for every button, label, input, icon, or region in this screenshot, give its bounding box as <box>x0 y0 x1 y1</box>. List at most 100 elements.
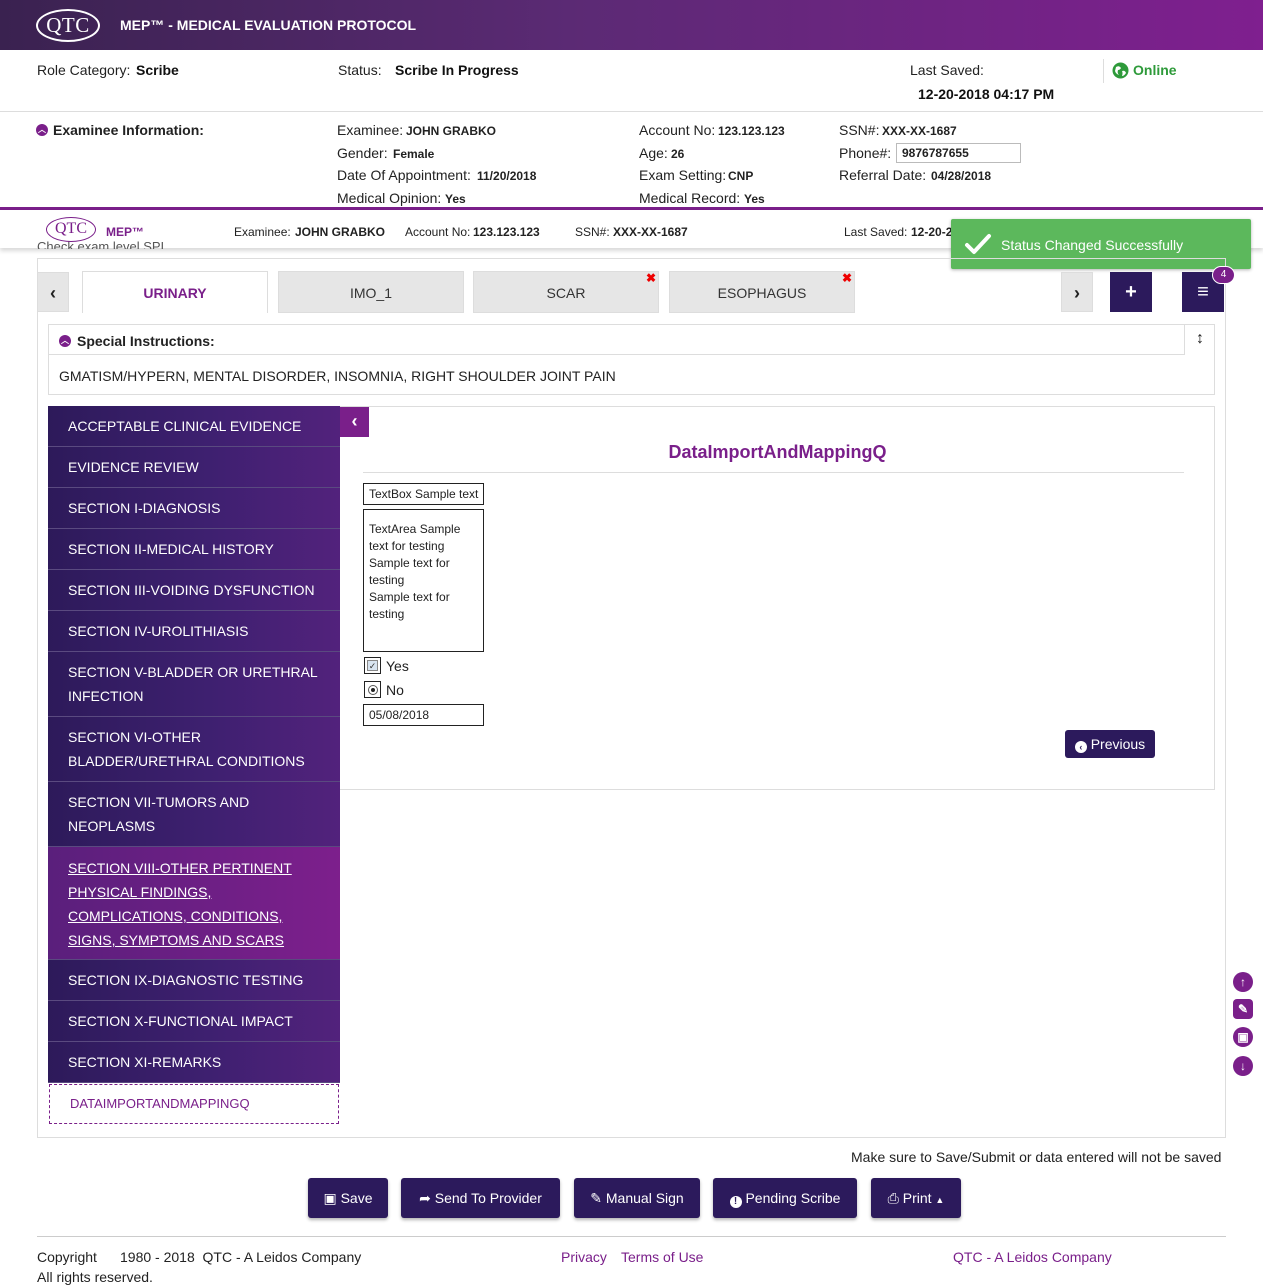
sidebar-item[interactable]: SECTION VII-TUMORS AND NEOPLASMS <box>48 782 340 847</box>
sidebar-item[interactable]: SECTION VI-OTHER BLADDER/URETHRAL CONDIT… <box>48 717 340 782</box>
examinee-section-title[interactable]: Examinee Information: <box>53 122 204 138</box>
print-button[interactable]: ⎙ Print ▲ <box>871 1178 961 1218</box>
doa-value: 11/20/2018 <box>477 169 537 183</box>
medical-record-label: Medical Record: <box>639 190 741 206</box>
scroll-top-icon[interactable]: ↑ <box>1233 972 1253 992</box>
floppy-icon: ▣ <box>323 1190 337 1206</box>
last-saved-label: Last Saved: <box>910 62 984 78</box>
previous-button[interactable]: ‹ Previous <box>1065 730 1155 758</box>
print-button-label: Print <box>902 1190 932 1206</box>
special-instructions-panel <box>48 324 1215 395</box>
phone-field[interactable]: 9876787655 <box>896 143 1021 163</box>
sticky-last-saved-label: Last Saved: <box>844 225 908 239</box>
special-instructions-title[interactable]: Special Instructions: <box>77 333 215 349</box>
app-title: MEP™ - MEDICAL EVALUATION PROTOCOL <box>120 17 417 33</box>
save-icon[interactable]: ▣ <box>1233 1027 1253 1047</box>
save-button-label: Save <box>340 1190 373 1206</box>
sidebar-item[interactable]: SECTION II-MEDICAL HISTORY <box>48 529 340 570</box>
ssn-value: XXX-XX-1687 <box>882 124 957 138</box>
doa-label: Date Of Appointment: <box>337 167 471 183</box>
examinee-label: Examinee: <box>337 122 404 138</box>
toast-message: Status Changed Successfully <box>1001 237 1184 253</box>
exclamation-icon: ! <box>729 1196 742 1208</box>
resize-vertical-icon[interactable]: ↕ <box>1184 324 1215 355</box>
copyright-years: 1980 - 2018 QTC - A Leidos Company <box>120 1249 362 1265</box>
sticky-account-value: 123.123.123 <box>473 225 540 239</box>
previous-button-label: Previous <box>1090 736 1146 752</box>
chevron-up-icon[interactable]: ︿ <box>36 124 48 136</box>
terms-link[interactable]: Terms of Use <box>621 1249 703 1265</box>
send-to-provider-button[interactable]: ➦ Send To Provider <box>401 1178 560 1218</box>
yes-checkbox[interactable]: ✓ <box>364 657 381 674</box>
manual-sign-button[interactable]: ✎ Manual Sign <box>574 1178 700 1218</box>
sticky-account-label: Account No: <box>405 225 471 239</box>
edit-icon[interactable]: ✎ <box>1233 999 1253 1019</box>
privacy-link[interactable]: Privacy <box>561 1249 607 1265</box>
sidebar-item[interactable]: SECTION V-BLADDER OR URETHRAL INFECTION <box>48 652 340 717</box>
ssn-label: SSN#: <box>839 122 880 138</box>
add-tab-button[interactable]: + <box>1110 272 1152 312</box>
yes-checkbox-label: Yes <box>386 658 409 674</box>
close-tab-esophagus-icon[interactable]: ✖ <box>842 271 852 285</box>
special-instructions-text: GMATISM/HYPERN, MENTAL DISORDER, INSOMNI… <box>59 368 616 384</box>
sticky-last-saved-value: 12-20-2 <box>911 225 953 239</box>
divider <box>48 354 1184 355</box>
sidebar-item[interactable]: SECTION I-DIAGNOSIS <box>48 488 340 529</box>
sidebar-item-active[interactable]: SECTION VIII-OTHER PERTINENT PHYSICAL FI… <box>48 847 340 960</box>
checkmark-icon: ✓ <box>367 660 378 671</box>
pending-scribe-label: Pending Scribe <box>745 1190 841 1206</box>
role-category-value: Scribe <box>136 62 179 78</box>
copyright-label: Copyright <box>37 1249 97 1265</box>
sample-textbox[interactable]: TextBox Sample text <box>363 483 484 505</box>
tab-label: ESOPHAGUS <box>717 285 807 301</box>
tab-label: SCAR <box>546 285 586 301</box>
referral-label: Referral Date: <box>839 167 927 183</box>
tab-label: IMO_1 <box>349 285 392 301</box>
pencil-icon: ✎ <box>590 1190 602 1206</box>
status-value: Scribe In Progress <box>395 62 519 78</box>
hidden-instruction-text: Check exam level SPI <box>37 240 165 249</box>
company-link[interactable]: QTC - A Leidos Company <box>953 1249 1112 1265</box>
divider <box>363 472 1184 473</box>
no-radio[interactable] <box>364 681 381 698</box>
sidebar-item[interactable]: SECTION IV-UROLITHIASIS <box>48 611 340 652</box>
examinee-value: JOHN GRABKO <box>406 124 497 138</box>
divider <box>37 1236 1226 1237</box>
tab-scroll-right-button[interactable]: › <box>1061 272 1093 312</box>
close-tab-scar-icon[interactable]: ✖ <box>646 271 656 285</box>
gender-label: Gender: <box>337 145 388 161</box>
account-value: 123.123.123 <box>718 124 785 138</box>
scroll-bottom-icon[interactable]: ↓ <box>1233 1056 1253 1076</box>
sidebar-item[interactable]: SECTION X-FUNCTIONAL IMPACT <box>48 1001 340 1042</box>
status-label: Status: <box>338 62 382 78</box>
role-category-label: Role Category: <box>37 62 131 78</box>
tab-esophagus[interactable]: ESOPHAGUS <box>669 271 855 313</box>
opinion-label: Medical Opinion: <box>337 190 442 206</box>
qtc-logo: QTC <box>36 9 100 42</box>
save-button[interactable]: ▣ Save <box>308 1178 388 1218</box>
globe-icon <box>1112 62 1129 79</box>
sidebar-item[interactable]: SECTION III-VOIDING DYSFUNCTION <box>48 570 340 611</box>
sticky-examinee-label: Examinee: <box>234 225 291 239</box>
manual-sign-label: Manual Sign <box>605 1190 684 1206</box>
tab-scroll-left-button[interactable]: ‹ <box>37 272 69 312</box>
sidebar-item[interactable]: EVIDENCE REVIEW <box>48 447 340 488</box>
age-label: Age: <box>639 145 668 161</box>
sample-textarea[interactable]: TextArea Sample text for testing Sample … <box>363 509 484 652</box>
age-value: 26 <box>671 147 685 161</box>
share-icon: ➦ <box>419 1190 431 1206</box>
tab-imo-1[interactable]: IMO_1 <box>278 271 464 313</box>
pending-scribe-button[interactable]: ! Pending Scribe <box>713 1178 857 1218</box>
chevron-up-icon[interactable]: ︿ <box>59 335 71 347</box>
sidebar-item[interactable]: SECTION IX-DIAGNOSTIC TESTING <box>48 960 340 1001</box>
mep-brand: MEP™ <box>106 225 145 239</box>
date-input[interactable]: 05/08/2018 <box>363 704 484 726</box>
divider <box>1103 59 1104 83</box>
last-saved-value: 12-20-2018 04:17 PM <box>918 86 1055 102</box>
tab-scar[interactable]: SCAR <box>473 271 659 313</box>
sidebar-item[interactable]: ACCEPTABLE CLINICAL EVIDENCE <box>48 406 340 447</box>
medical-record-value: Yes <box>744 192 765 206</box>
sidebar-item-dataimport[interactable]: DATAIMPORTANDMAPPINGQ <box>49 1084 339 1124</box>
sidebar-item[interactable]: SECTION XI-REMARKS <box>48 1042 340 1083</box>
tab-urinary[interactable]: URINARY <box>82 271 268 313</box>
